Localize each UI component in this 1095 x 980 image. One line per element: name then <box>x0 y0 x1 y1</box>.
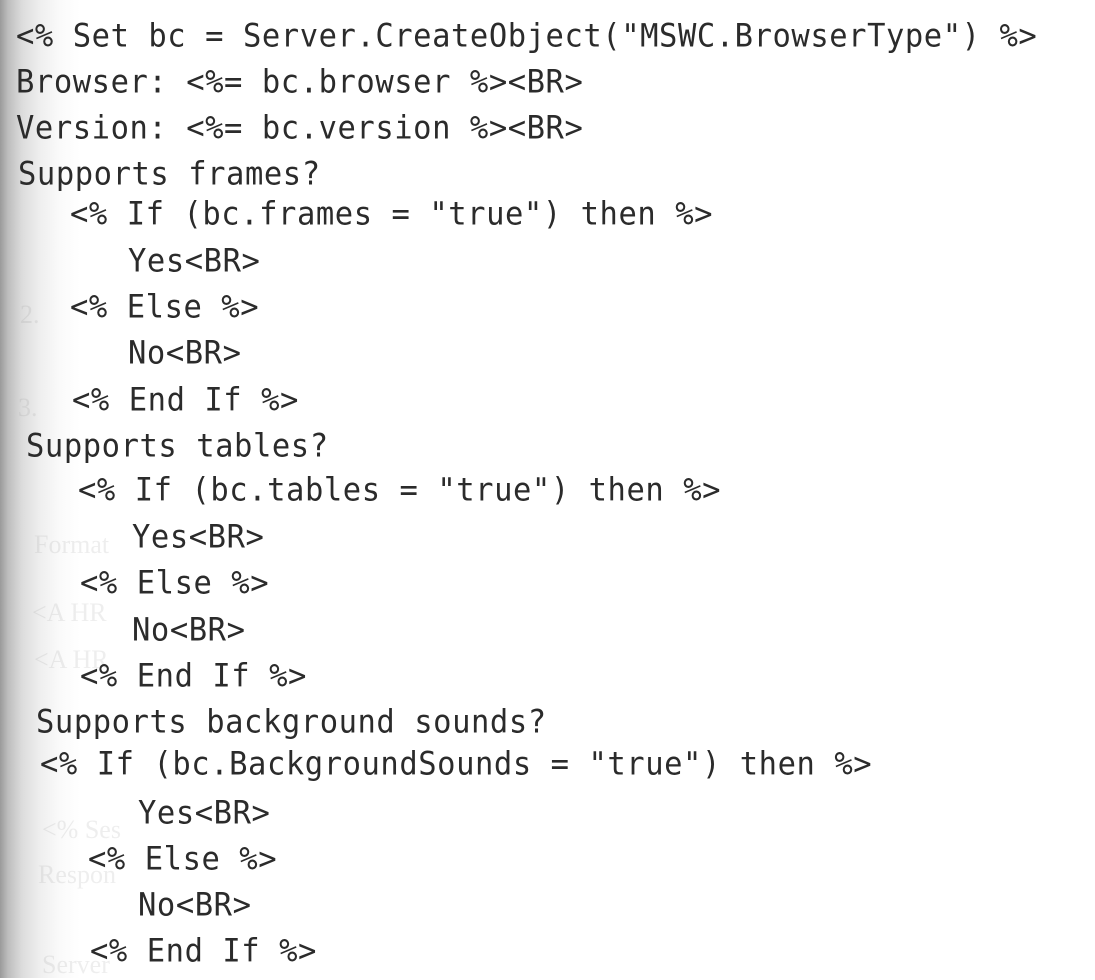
code-line-yes: Yes<BR> <box>138 795 271 832</box>
code-line-no: No<BR> <box>132 612 246 649</box>
code-line-end-if: <% End If %> <box>80 658 307 695</box>
code-line-supports-frames: Supports frames? <box>18 156 321 193</box>
code-line-supports-tables: Supports tables? <box>26 428 329 465</box>
code-line-end-if: <% End If %> <box>90 933 317 970</box>
code-line-no: No<BR> <box>138 887 252 924</box>
code-listing: <% Set bc = Server.CreateObject("MSWC.Br… <box>0 0 1095 978</box>
code-line-end-if: <% End If %> <box>72 382 299 419</box>
code-line-version: Version: <%= bc.version %><BR> <box>16 110 584 147</box>
code-line-supports-background-sounds: Supports background sounds? <box>36 704 547 741</box>
code-line-else: <% Else %> <box>88 841 278 878</box>
code-line-browser: Browser: <%= bc.browser %><BR> <box>16 64 584 101</box>
code-line-yes: Yes<BR> <box>128 243 261 280</box>
code-line-no: No<BR> <box>128 335 242 372</box>
code-line-else: <% Else %> <box>70 289 260 326</box>
code-line-yes: Yes<BR> <box>132 519 265 556</box>
code-line-else: <% Else %> <box>80 565 270 602</box>
code-line-if-background-sounds: <% If (bc.BackgroundSounds = "true") the… <box>40 746 873 783</box>
code-line-create-object: <% Set bc = Server.CreateObject("MSWC.Br… <box>16 18 1038 55</box>
code-line-if-frames: <% If (bc.frames = "true") then %> <box>70 196 714 233</box>
code-line-if-tables: <% If (bc.tables = "true") then %> <box>78 472 722 509</box>
